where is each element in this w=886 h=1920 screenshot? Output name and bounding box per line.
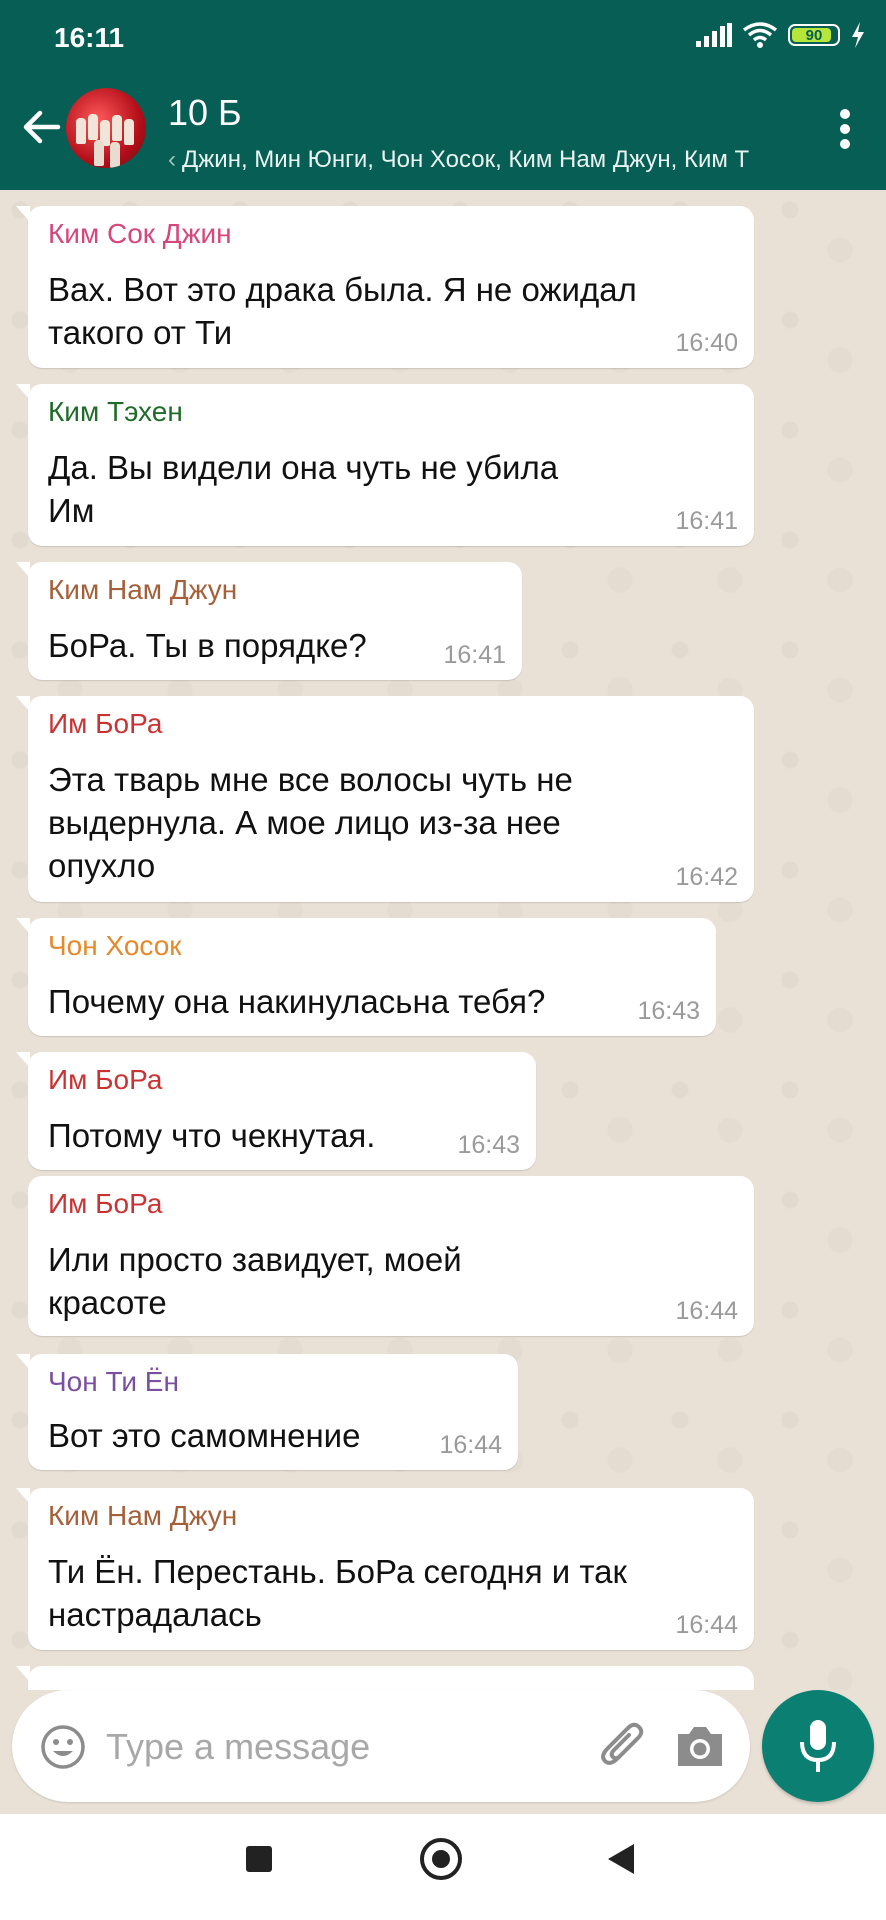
message-text: Эта тварь мне все волосы чуть не выдерну… bbox=[48, 761, 573, 884]
message-time: 16:40 bbox=[675, 329, 738, 357]
message-bubble[interactable]: Ким Нам Джун БоРа. Ты в порядке? 16:41 bbox=[16, 562, 522, 680]
system-nav-bar bbox=[0, 1814, 886, 1920]
charging-icon bbox=[852, 22, 864, 48]
recents-icon[interactable] bbox=[246, 1846, 272, 1872]
chevron-left-icon: ‹ bbox=[168, 146, 176, 173]
chat-title[interactable]: 10 Б bbox=[168, 92, 242, 134]
emoji-icon[interactable] bbox=[40, 1724, 86, 1770]
message-bubble[interactable]: Им БоРа Эта тварь мне все волосы чуть не… bbox=[16, 696, 754, 902]
message-bubble[interactable]: Чон Хосок Почему она накинуласьна тебя? … bbox=[16, 918, 716, 1036]
battery-level: 90 bbox=[805, 26, 823, 44]
message-sender: Им БоРа bbox=[48, 1064, 163, 1095]
message-bubble[interactable]: Ким Нам Джун Ти Ён. Перестань. БоРа сего… bbox=[16, 1488, 754, 1650]
chat-participants[interactable]: ‹ Джин, Мин Юнги, Чон Хосок, Ким Нам Джун… bbox=[168, 146, 768, 174]
message-time: 16:41 bbox=[675, 507, 738, 535]
message-time: 16:44 bbox=[675, 1297, 738, 1325]
message-time: 16:43 bbox=[637, 997, 700, 1025]
message-sender: Ким Нам Джун bbox=[48, 574, 238, 605]
group-avatar[interactable] bbox=[66, 88, 146, 168]
message-time: 16:41 bbox=[443, 641, 506, 669]
camera-icon[interactable] bbox=[674, 1722, 726, 1770]
message-text: Вот это самомнение bbox=[48, 1417, 361, 1454]
message-bubble[interactable]: Чон Ти Ён Вот это самомнение 16:44 bbox=[16, 1354, 518, 1470]
message-sender: Ким Нам Джун bbox=[48, 1500, 238, 1531]
message-text: БоРа. Ты в порядке? bbox=[48, 627, 367, 664]
message-input[interactable] bbox=[104, 1718, 588, 1776]
battery-indicator: 90 bbox=[788, 24, 840, 46]
message-sender: Им БоРа bbox=[48, 708, 163, 739]
status-bar: 16:11 90 bbox=[0, 0, 886, 66]
message-text: Вах. Вот это драка была. Я не ожидал так… bbox=[48, 271, 637, 351]
message-bubble[interactable]: Ким Тэхен Да. Вы видели она чуть не убил… bbox=[16, 384, 754, 546]
message-bubble-partial[interactable] bbox=[16, 1666, 754, 1690]
message-sender: Чон Ти Ён bbox=[48, 1366, 179, 1397]
mic-button[interactable] bbox=[762, 1690, 874, 1802]
paperclip-icon[interactable] bbox=[596, 1718, 652, 1774]
message-sender: Ким Сок Джин bbox=[48, 218, 232, 249]
mic-icon bbox=[800, 1720, 836, 1772]
participants-text: Джин, Мин Юнги, Чон Хосок, Ким Нам Джун,… bbox=[182, 146, 750, 173]
home-icon[interactable] bbox=[420, 1838, 462, 1880]
message-text: Или просто завидует, моей красоте bbox=[48, 1241, 462, 1321]
message-text: Ти Ён. Перестань. БоРа сегодня и так нас… bbox=[48, 1553, 627, 1633]
message-time: 16:44 bbox=[675, 1611, 738, 1639]
message-sender: Им БоРа bbox=[48, 1188, 163, 1219]
back-triangle-icon[interactable] bbox=[606, 1842, 636, 1876]
message-composer bbox=[12, 1690, 750, 1802]
message-time: 16:44 bbox=[439, 1431, 502, 1459]
message-text: Почему она накинуласьна тебя? bbox=[48, 983, 546, 1020]
status-icons: 90 bbox=[696, 20, 866, 50]
status-time: 16:11 bbox=[54, 22, 125, 53]
more-vertical-icon[interactable] bbox=[838, 108, 852, 150]
arrow-left-icon[interactable] bbox=[18, 104, 64, 150]
message-sender: Чон Хосок bbox=[48, 930, 182, 961]
message-text: Да. Вы видели она чуть не убила Им bbox=[48, 449, 559, 529]
message-sender: Ким Тэхен bbox=[48, 396, 183, 427]
signal-icon bbox=[696, 23, 732, 47]
message-time: 16:42 bbox=[675, 863, 738, 891]
message-time: 16:43 bbox=[457, 1131, 520, 1159]
wifi-icon bbox=[742, 22, 778, 48]
message-text: Потому что чекнутая. bbox=[48, 1117, 376, 1154]
chat-header: 10 Б ‹ Джин, Мин Юнги, Чон Хосок, Ким Нам… bbox=[0, 66, 886, 190]
message-bubble[interactable]: Ким Сок Джин Вах. Вот это драка была. Я … bbox=[16, 206, 754, 368]
message-bubble[interactable]: Им БоРа Или просто завидует, моей красот… bbox=[28, 1176, 754, 1336]
message-bubble[interactable]: Им БоРа Потому что чекнутая. 16:43 bbox=[16, 1052, 536, 1170]
chat-messages[interactable]: Ким Сок Джин Вах. Вот это драка была. Я … bbox=[0, 190, 886, 1690]
home-dot bbox=[432, 1850, 450, 1868]
